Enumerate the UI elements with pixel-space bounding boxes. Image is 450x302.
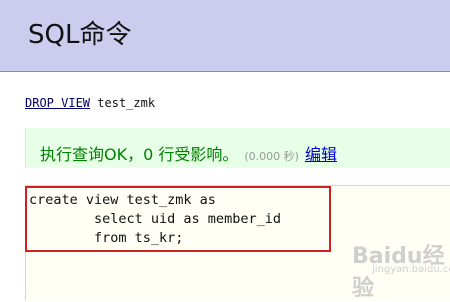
sql-code[interactable]: create view test_zmk as select uid as me… — [29, 191, 281, 248]
result-time: (0.000 秒) — [244, 150, 299, 163]
code-line: from ts_kr; — [29, 230, 184, 246]
watermark-url: jingyan.baidu.com — [372, 264, 450, 275]
code-line: create view test_zmk as — [29, 192, 216, 208]
view-name: test_zmk — [97, 96, 156, 110]
result-message: 执行查询OK，0 行受影响。 (0.000 秒) 编辑 — [40, 141, 337, 165]
page-header: SQL命令 — [0, 0, 450, 72]
page-title: SQL命令 — [28, 20, 132, 50]
drop-view-link[interactable]: DROP VIEW — [25, 96, 90, 110]
result-text: 执行查询OK，0 行受影响。 — [40, 145, 239, 164]
sql-statement: DROP VIEW test_zmk — [25, 96, 155, 110]
edit-link[interactable]: 编辑 — [305, 145, 337, 164]
code-line: select uid as member_id — [29, 211, 281, 227]
